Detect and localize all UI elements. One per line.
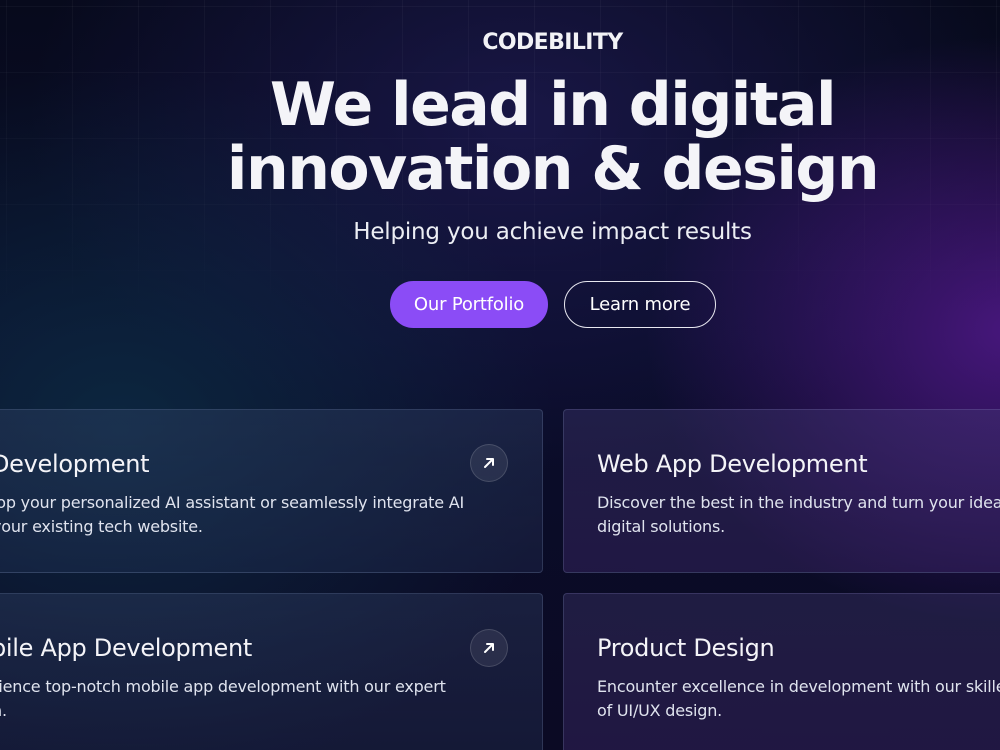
arrow-up-right-icon [484, 458, 494, 468]
hero-title-line-1: We lead in digital [269, 70, 837, 140]
arrow-up-right-icon [484, 643, 494, 653]
service-card-desc-line-2: n. [0, 701, 7, 720]
hero-subtitle: Helping you achieve impact results [353, 219, 752, 245]
service-card-title: bile App Development [0, 634, 253, 662]
learn-more-button[interactable]: Learn more [564, 281, 716, 328]
service-card-title: Product Design [597, 634, 775, 662]
service-card-web-app-development[interactable]: Web App Development Discover the best in… [563, 409, 1000, 573]
service-card-title: Web App Development [597, 450, 868, 478]
our-portfolio-button[interactable]: Our Portfolio [390, 281, 548, 328]
landing-page: CODEBILITY We lead in digital innovation … [0, 0, 1000, 750]
service-card-desc-line-1: rience top-notch mobile app development … [0, 677, 446, 696]
service-card-desc-line-1: Discover the best in the industry and tu… [597, 493, 1000, 512]
service-card-title: Development [0, 450, 150, 478]
service-card-mobile-app-development[interactable]: bile App Development rience top-notch mo… [0, 593, 543, 750]
service-card-desc-line-2: digital solutions. [597, 517, 725, 536]
service-card-desc-line-1: Encounter excellence in development with… [597, 677, 1000, 696]
service-card-ai-development[interactable]: Development lop your personalized AI ass… [0, 409, 543, 573]
arrow-button[interactable] [470, 629, 508, 667]
brand-logo[interactable]: CODEBILITY [480, 30, 625, 55]
service-card-desc-line-2: your existing tech website. [0, 517, 203, 536]
service-card-product-design[interactable]: Product Design Encounter excellence in d… [563, 593, 1000, 750]
hero-title-line-2: innovation & design [226, 134, 880, 204]
service-card-desc-line-2: of UI/UX design. [597, 701, 723, 720]
arrow-button[interactable] [470, 444, 508, 482]
hero-title: We lead in digital innovation & design [200, 73, 905, 201]
service-card-desc-line-1: lop your personalized AI assistant or se… [0, 493, 465, 512]
